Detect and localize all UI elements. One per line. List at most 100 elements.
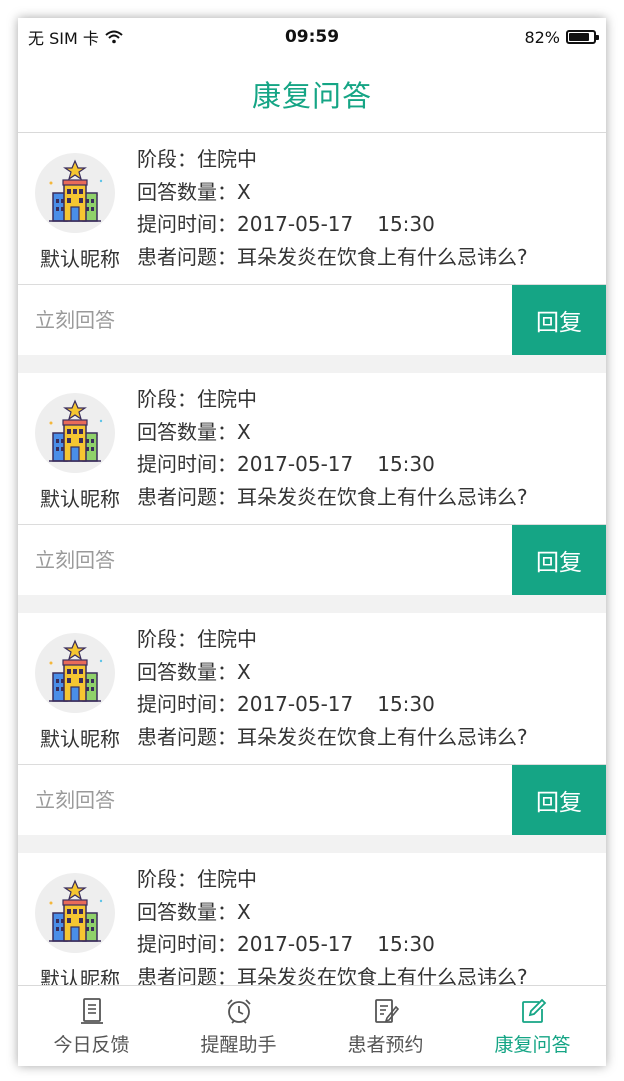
tab-label: 今日反馈	[53, 1033, 130, 1056]
status-left: 无 SIM 卡	[28, 25, 123, 49]
tab-4[interactable]: 康复问答	[459, 986, 606, 1066]
avatar[interactable]	[35, 153, 115, 233]
question-card: 默认昵称 阶段：住院中 回答数量：X 提问时间：2017-05-17 15:30 …	[18, 853, 606, 985]
tab-label: 提醒助手	[200, 1033, 277, 1056]
question-text: 耳朵发炎在饮食上有什么忌讳么?	[237, 724, 528, 749]
ask-time-row: 提问时间：2017-05-17 15:30	[137, 688, 528, 721]
stage-row: 阶段：住院中	[137, 863, 528, 896]
answer-count-label: 回答数量：	[137, 899, 237, 924]
tab-2[interactable]: 提醒助手	[165, 986, 312, 1066]
reply-button[interactable]: 回复	[512, 765, 606, 835]
edit-icon	[518, 996, 548, 1026]
answer-count-label: 回答数量：	[137, 179, 237, 204]
question-card-body: 默认昵称 阶段：住院中 回答数量：X 提问时间：2017-05-17 15:30 …	[18, 133, 606, 285]
status-right: 82%	[524, 28, 599, 47]
edit-note-icon	[371, 996, 401, 1026]
question-card: 默认昵称 阶段：住院中 回答数量：X 提问时间：2017-05-17 15:30 …	[18, 133, 606, 355]
document-icon	[77, 996, 107, 1026]
question-text: 耳朵发炎在饮食上有什么忌讳么?	[237, 964, 528, 986]
battery-fill	[569, 33, 589, 41]
question-text: 耳朵发炎在饮食上有什么忌讳么?	[237, 244, 528, 269]
building-icon	[49, 639, 103, 702]
ask-time-value: 15:30	[377, 692, 435, 716]
reply-bar: 回复	[18, 765, 606, 835]
nickname: 默认昵称	[40, 487, 120, 511]
phone-frame: 无 SIM 卡 09:59 82% 康复问答 默认昵称 阶段：住院中 回答数量：…	[18, 18, 606, 1066]
question-card-body: 默认昵称 阶段：住院中 回答数量：X 提问时间：2017-05-17 15:30 …	[18, 853, 606, 985]
stage-value: 住院中	[197, 627, 257, 651]
tab-bar: 今日反馈 提醒助手 患者预约 康复问答	[18, 985, 606, 1066]
reply-input[interactable]	[18, 765, 512, 835]
stage-value: 住院中	[197, 147, 257, 171]
tab-1[interactable]: 今日反馈	[18, 986, 165, 1066]
stage-label: 阶段：	[137, 867, 197, 891]
ask-date-value: 2017-05-17	[237, 212, 354, 236]
reply-input[interactable]	[18, 525, 512, 595]
question-label: 患者问题：	[137, 244, 237, 269]
question-info: 阶段：住院中 回答数量：X 提问时间：2017-05-17 15:30 患者问题：…	[137, 143, 528, 273]
answer-count-value: X	[237, 659, 251, 684]
stage-value: 住院中	[197, 867, 257, 891]
building-icon	[49, 879, 103, 942]
alarm-clock-icon	[224, 996, 254, 1026]
ask-time-row: 提问时间：2017-05-17 15:30	[137, 448, 528, 481]
question-list[interactable]: 默认昵称 阶段：住院中 回答数量：X 提问时间：2017-05-17 15:30 …	[18, 133, 606, 985]
question-card: 默认昵称 阶段：住院中 回答数量：X 提问时间：2017-05-17 15:30 …	[18, 373, 606, 595]
ask-time-value: 15:30	[377, 932, 435, 956]
stage-row: 阶段：住院中	[137, 383, 528, 416]
wifi-icon	[105, 30, 123, 44]
question-info: 阶段：住院中 回答数量：X 提问时间：2017-05-17 15:30 患者问题：…	[137, 623, 528, 753]
nickname: 默认昵称	[40, 247, 120, 271]
reply-input[interactable]	[18, 285, 512, 355]
question-card: 默认昵称 阶段：住院中 回答数量：X 提问时间：2017-05-17 15:30 …	[18, 613, 606, 835]
avatar[interactable]	[35, 393, 115, 473]
answer-count-row: 回答数量：X	[137, 416, 528, 449]
stage-label: 阶段：	[137, 387, 197, 411]
ask-time-row: 提问时间：2017-05-17 15:30	[137, 928, 528, 961]
ask-time-row: 提问时间：2017-05-17 15:30	[137, 208, 528, 241]
tab-label: 康复问答	[494, 1033, 571, 1056]
answer-count-value: X	[237, 899, 251, 924]
ask-time-value: 15:30	[377, 452, 435, 476]
nav-bar: 康复问答	[18, 56, 606, 133]
question-label: 患者问题：	[137, 484, 237, 509]
battery-icon	[566, 30, 599, 44]
tab-3[interactable]: 患者预约	[312, 986, 459, 1066]
avatar[interactable]	[35, 633, 115, 713]
question-card-body: 默认昵称 阶段：住院中 回答数量：X 提问时间：2017-05-17 15:30 …	[18, 373, 606, 525]
ask-time-label: 提问时间：	[137, 212, 237, 236]
ask-time-label: 提问时间：	[137, 932, 237, 956]
stage-label: 阶段：	[137, 147, 197, 171]
reply-bar: 回复	[18, 285, 606, 355]
question-row: 患者问题：耳朵发炎在饮食上有什么忌讳么?	[137, 481, 528, 514]
question-label: 患者问题：	[137, 724, 237, 749]
question-row: 患者问题：耳朵发炎在饮食上有什么忌讳么?	[137, 961, 528, 986]
question-label: 患者问题：	[137, 964, 237, 986]
ask-date-value: 2017-05-17	[237, 452, 354, 476]
building-icon	[49, 399, 103, 462]
reply-button[interactable]: 回复	[512, 285, 606, 355]
answer-count-row: 回答数量：X	[137, 656, 528, 689]
stage-value: 住院中	[197, 387, 257, 411]
stage-label: 阶段：	[137, 627, 197, 651]
ask-time-label: 提问时间：	[137, 452, 237, 476]
question-card-body: 默认昵称 阶段：住院中 回答数量：X 提问时间：2017-05-17 15:30 …	[18, 613, 606, 765]
question-info: 阶段：住院中 回答数量：X 提问时间：2017-05-17 15:30 患者问题：…	[137, 863, 528, 985]
ask-date-value: 2017-05-17	[237, 692, 354, 716]
answer-count-label: 回答数量：	[137, 659, 237, 684]
stage-row: 阶段：住院中	[137, 623, 528, 656]
reply-button[interactable]: 回复	[512, 525, 606, 595]
question-info: 阶段：住院中 回答数量：X 提问时间：2017-05-17 15:30 患者问题：…	[137, 383, 528, 513]
answer-count-label: 回答数量：	[137, 419, 237, 444]
question-text: 耳朵发炎在饮食上有什么忌讳么?	[237, 484, 528, 509]
ask-time-value: 15:30	[377, 212, 435, 236]
question-row: 患者问题：耳朵发炎在饮食上有什么忌讳么?	[137, 721, 528, 754]
question-row: 患者问题：耳朵发炎在饮食上有什么忌讳么?	[137, 241, 528, 274]
answer-count-value: X	[237, 419, 251, 444]
reply-bar: 回复	[18, 525, 606, 595]
nickname: 默认昵称	[40, 967, 120, 985]
stage-row: 阶段：住院中	[137, 143, 528, 176]
answer-count-row: 回答数量：X	[137, 896, 528, 929]
avatar[interactable]	[35, 873, 115, 953]
ask-date-value: 2017-05-17	[237, 932, 354, 956]
